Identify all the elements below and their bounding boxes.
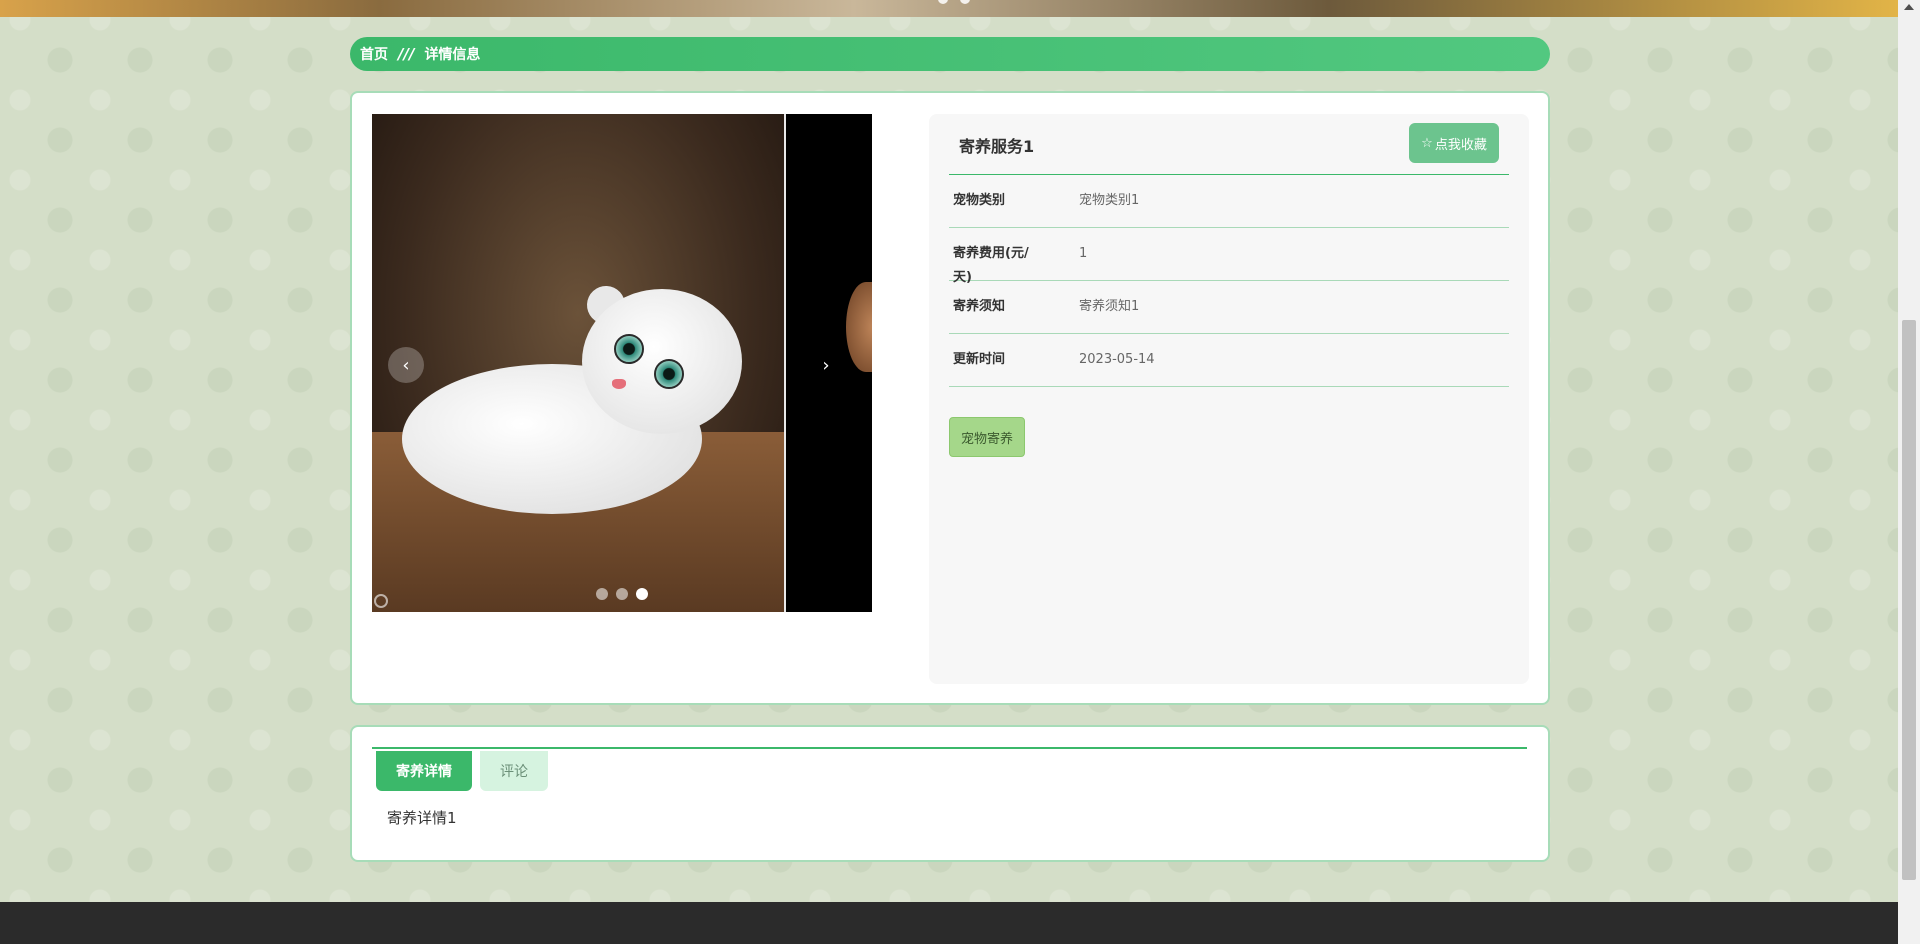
breadcrumb-home-link[interactable]: 首页: [360, 44, 388, 64]
service-title: 寄养服务1: [959, 137, 1035, 156]
scroll-up-arrow-icon[interactable]: [1904, 4, 1914, 10]
pet-boarding-button[interactable]: 宠物寄养: [949, 417, 1025, 457]
info-row-boarding-notice: 寄养须知 寄养须知1: [949, 281, 1509, 334]
info-value: 宠物类别1: [1079, 193, 1140, 208]
info-label: 寄养须知: [953, 299, 1006, 314]
cat-head: [582, 289, 742, 434]
info-label: 更新时间: [953, 352, 1006, 367]
cat-eye: [614, 334, 644, 364]
info-value: 1: [1079, 246, 1088, 261]
favorite-button-label: 点我收藏: [1434, 137, 1487, 153]
tab-boarding-details[interactable]: 寄养详情: [376, 751, 472, 791]
banner-dot[interactable]: [960, 0, 970, 4]
carousel-prev-button[interactable]: ‹: [388, 347, 424, 383]
cat-nose: [612, 379, 626, 389]
image-carousel[interactable]: ‹ ›: [372, 114, 872, 612]
dog-nose: [846, 282, 872, 372]
chevron-left-icon: ‹: [402, 354, 410, 376]
info-label: 宠物类别: [953, 193, 1006, 208]
breadcrumb-current: 详情信息: [424, 47, 481, 63]
info-value: 2023-05-14: [1079, 352, 1155, 367]
favorite-button[interactable]: ☆ 点我收藏: [1409, 123, 1499, 163]
info-title-row: 寄养服务1 ☆ 点我收藏: [949, 114, 1509, 175]
carousel-dot[interactable]: [596, 588, 608, 600]
star-icon: ☆: [1421, 135, 1433, 151]
cat-eye: [654, 359, 684, 389]
carousel-dot-active[interactable]: [636, 588, 648, 600]
tab-comments[interactable]: 评论: [480, 751, 548, 791]
detail-card: ‹ › 寄养服务1 ☆ 点我收藏 宠物类别 宠物类别1 寄养费用(元/天) 1: [350, 91, 1550, 705]
banner-dots: [938, 0, 970, 4]
top-banner: [0, 0, 1898, 17]
tab-divider-line: [372, 747, 1527, 749]
scrollbar-thumb[interactable]: [1902, 320, 1916, 880]
breadcrumb-separator: ///: [398, 45, 415, 63]
info-value: 寄养须知1: [1079, 299, 1140, 314]
banner-dot[interactable]: [938, 0, 948, 4]
footer: [0, 902, 1898, 944]
watermark-icon: [374, 594, 388, 608]
breadcrumb: 首页 /// 详情信息: [350, 37, 1550, 71]
info-row-update-time: 更新时间 2023-05-14: [949, 334, 1509, 387]
tabs-card: 寄养详情 评论 寄养详情1: [350, 725, 1550, 862]
vertical-scrollbar[interactable]: [1898, 0, 1920, 944]
info-panel: 寄养服务1 ☆ 点我收藏 宠物类别 宠物类别1 寄养费用(元/天) 1 寄养须知…: [929, 114, 1529, 684]
chevron-right-icon: ›: [822, 354, 830, 376]
carousel-dot[interactable]: [616, 588, 628, 600]
carousel-indicators: [596, 588, 648, 600]
info-row-pet-category: 宠物类别 宠物类别1: [949, 175, 1509, 228]
carousel-next-button[interactable]: ›: [808, 347, 844, 383]
carousel-slide-cat-image: [372, 114, 784, 612]
tab-content-text: 寄养详情1: [387, 809, 457, 827]
info-row-boarding-fee: 寄养费用(元/天) 1: [949, 228, 1509, 285]
